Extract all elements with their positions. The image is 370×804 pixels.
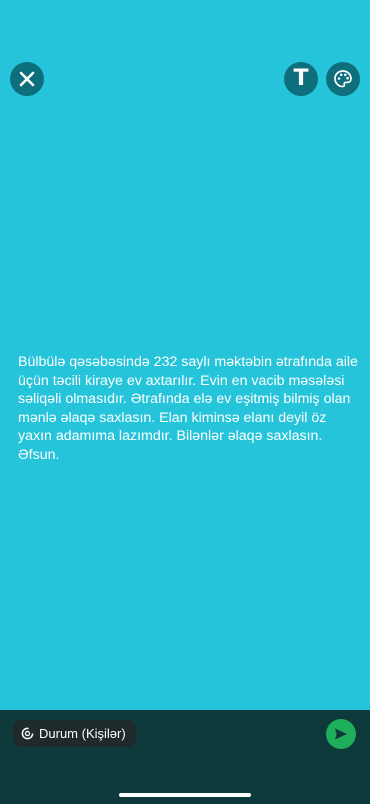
send-icon <box>335 728 347 740</box>
palette-icon <box>334 70 352 88</box>
status-ring-icon <box>21 727 34 740</box>
text-tool-button[interactable]: T <box>284 62 318 96</box>
home-indicator <box>119 793 251 797</box>
audience-label: Durum (Kişilər) <box>39 726 126 741</box>
status-text[interactable]: Bülbülə qəsəbəsində 232 saylı məktəbin ə… <box>18 353 364 465</box>
send-button[interactable] <box>326 719 356 749</box>
close-icon <box>19 71 35 87</box>
text-tool-label: T <box>293 66 309 91</box>
palette-button[interactable] <box>326 62 360 96</box>
close-button[interactable] <box>10 62 44 96</box>
audience-selector-button[interactable]: Durum (Kişilər) <box>13 720 136 747</box>
